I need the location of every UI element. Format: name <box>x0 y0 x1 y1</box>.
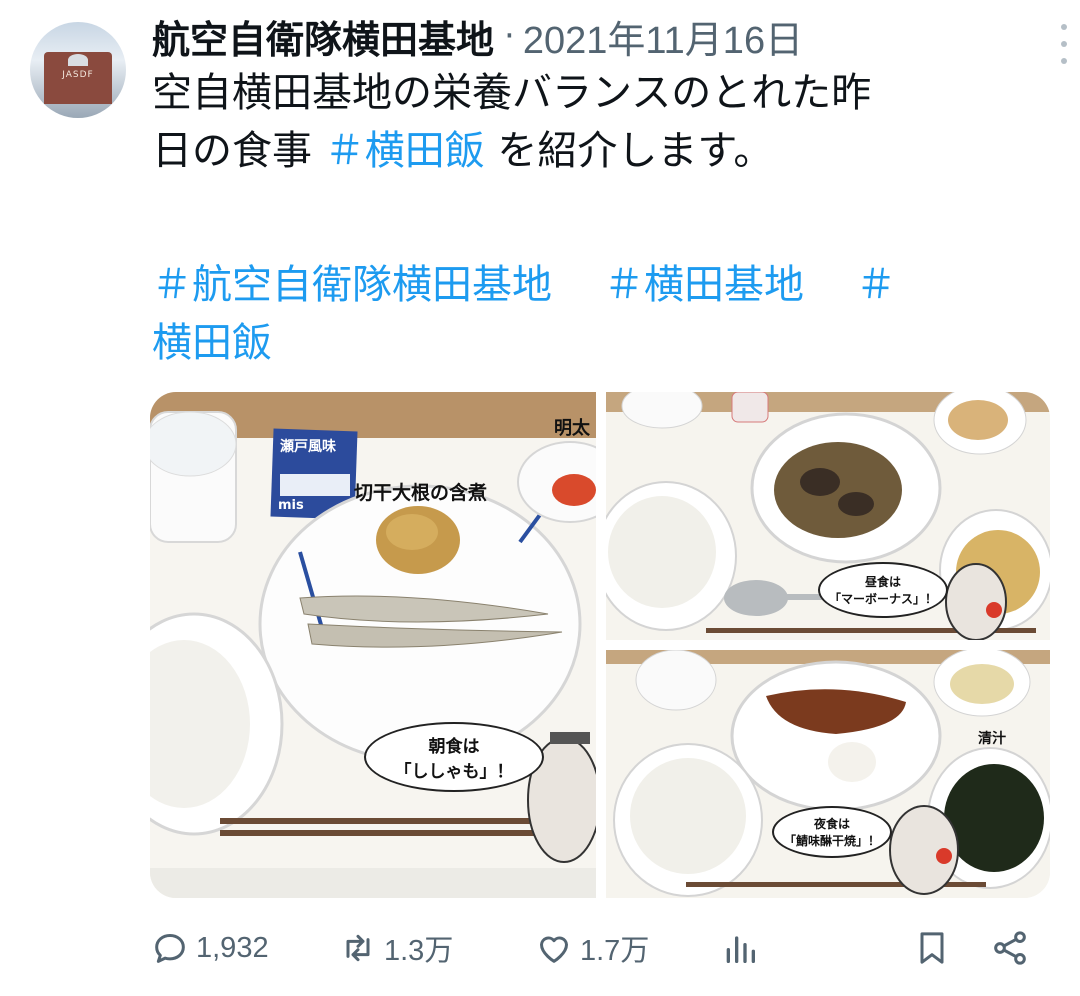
reply-count: 1,932 <box>196 931 269 964</box>
hashtag-link-1[interactable]: ＃航空自衛隊横田基地 <box>152 262 552 308</box>
hashtag-list: ＃航空自衛隊横田基地 ＃横田基地 ＃ 横田飯 <box>152 256 1032 372</box>
bubble-breakfast-line1: 朝食は <box>428 737 480 757</box>
retweet-button[interactable]: 1.3万 <box>338 920 453 976</box>
tweet-text: 空自横田基地の栄養バランスのとれた昨 日の食事 ＃横田飯 を紹介します。 <box>152 64 1032 180</box>
reply-button[interactable]: 1,932 <box>150 920 269 976</box>
bubble-lunch-line1: 昼食は <box>864 575 901 589</box>
speech-bubble-breakfast: 朝食は 「ししゃも」！ <box>364 722 544 792</box>
more-icon[interactable] <box>1058 24 1070 64</box>
speech-bubble-lunch: 昼食は 「マーボーナス」！ <box>818 562 948 618</box>
author-name[interactable]: 航空自衛隊横田基地 <box>152 9 494 64</box>
like-count: 1.7万 <box>580 935 650 967</box>
hashtag-link-3-end[interactable]: 横田飯 <box>152 320 272 366</box>
bookmark-icon <box>920 932 944 964</box>
avatar-building: JASDF <box>44 52 112 104</box>
hashtag-row-1: ＃航空自衛隊横田基地 ＃横田基地 ＃ <box>152 256 1032 314</box>
sauce-label: 瀬戸風味 <box>280 439 336 455</box>
photo-lunch[interactable]: 昼食は 「マーボーナス」！ <box>606 392 1050 640</box>
bubble-lunch-line2: 「マーボーナス」！ <box>828 592 937 606</box>
like-button[interactable]: 1.7万 <box>534 920 649 976</box>
caption-dish: 切干大根の含煮 <box>354 482 488 504</box>
caption-soup: 清汁 <box>978 731 1006 747</box>
views-button[interactable] <box>720 920 760 976</box>
tweet-date[interactable]: 2021年11月16日 <box>523 9 803 64</box>
retweet-count: 1.3万 <box>384 935 454 967</box>
sauce-sub: mis <box>278 498 304 513</box>
hashtag-link-2[interactable]: ＃横田基地 <box>604 262 804 308</box>
breakfast-illustration <box>150 392 596 898</box>
retweet-icon <box>346 934 370 962</box>
like-icon <box>540 936 568 963</box>
bubble-breakfast-line2: 「ししゃも」！ <box>394 762 514 782</box>
avatar-emblem <box>68 54 88 66</box>
share-icon <box>994 931 1026 965</box>
action-bar: 1,932 1.3万 1.7万 <box>150 920 1040 976</box>
bookmark-button[interactable] <box>912 920 952 976</box>
avatar-logo-text: JASDF <box>62 70 94 80</box>
hashtag-row-2: 横田飯 <box>152 314 1032 372</box>
tweet-header: 航空自衛隊横田基地 · 2021年11月16日 <box>152 6 1032 66</box>
share-button[interactable] <box>990 920 1030 976</box>
caption-corner: 明太 <box>554 418 590 439</box>
photo-dinner[interactable]: 清汁 夜食は 「鯖味醂干焼」！ <box>606 650 1050 898</box>
avatar[interactable]: JASDF <box>30 22 126 118</box>
hashtag-link-3-start[interactable]: ＃ <box>856 262 896 308</box>
bubble-dinner-line2: 「鯖味醂干焼」！ <box>783 834 880 848</box>
hashtag-link-inline[interactable]: ＃横田飯 <box>325 128 485 174</box>
views-icon <box>726 936 755 963</box>
speech-bubble-dinner: 夜食は 「鯖味醂干焼」！ <box>772 806 892 858</box>
bubble-dinner-line1: 夜食は <box>813 817 850 831</box>
media-grid: 切干大根の含煮 明太 瀬戸風味 mis 朝食は 「ししゃも」！ 昼食は 「マーボ… <box>150 392 1050 898</box>
tweet-text-post: を紹介します。 <box>484 128 774 174</box>
reply-icon <box>155 934 185 963</box>
tweet-line-2: 日の食事 ＃横田飯 を紹介します。 <box>152 122 1032 180</box>
dinner-illustration <box>606 650 1050 898</box>
tweet-text-pre: 日の食事 <box>152 128 325 174</box>
tweet-line-1: 空自横田基地の栄養バランスのとれた昨 <box>152 70 872 116</box>
separator: · <box>504 16 515 56</box>
photo-breakfast[interactable]: 切干大根の含煮 明太 瀬戸風味 mis 朝食は 「ししゃも」！ <box>150 392 596 898</box>
